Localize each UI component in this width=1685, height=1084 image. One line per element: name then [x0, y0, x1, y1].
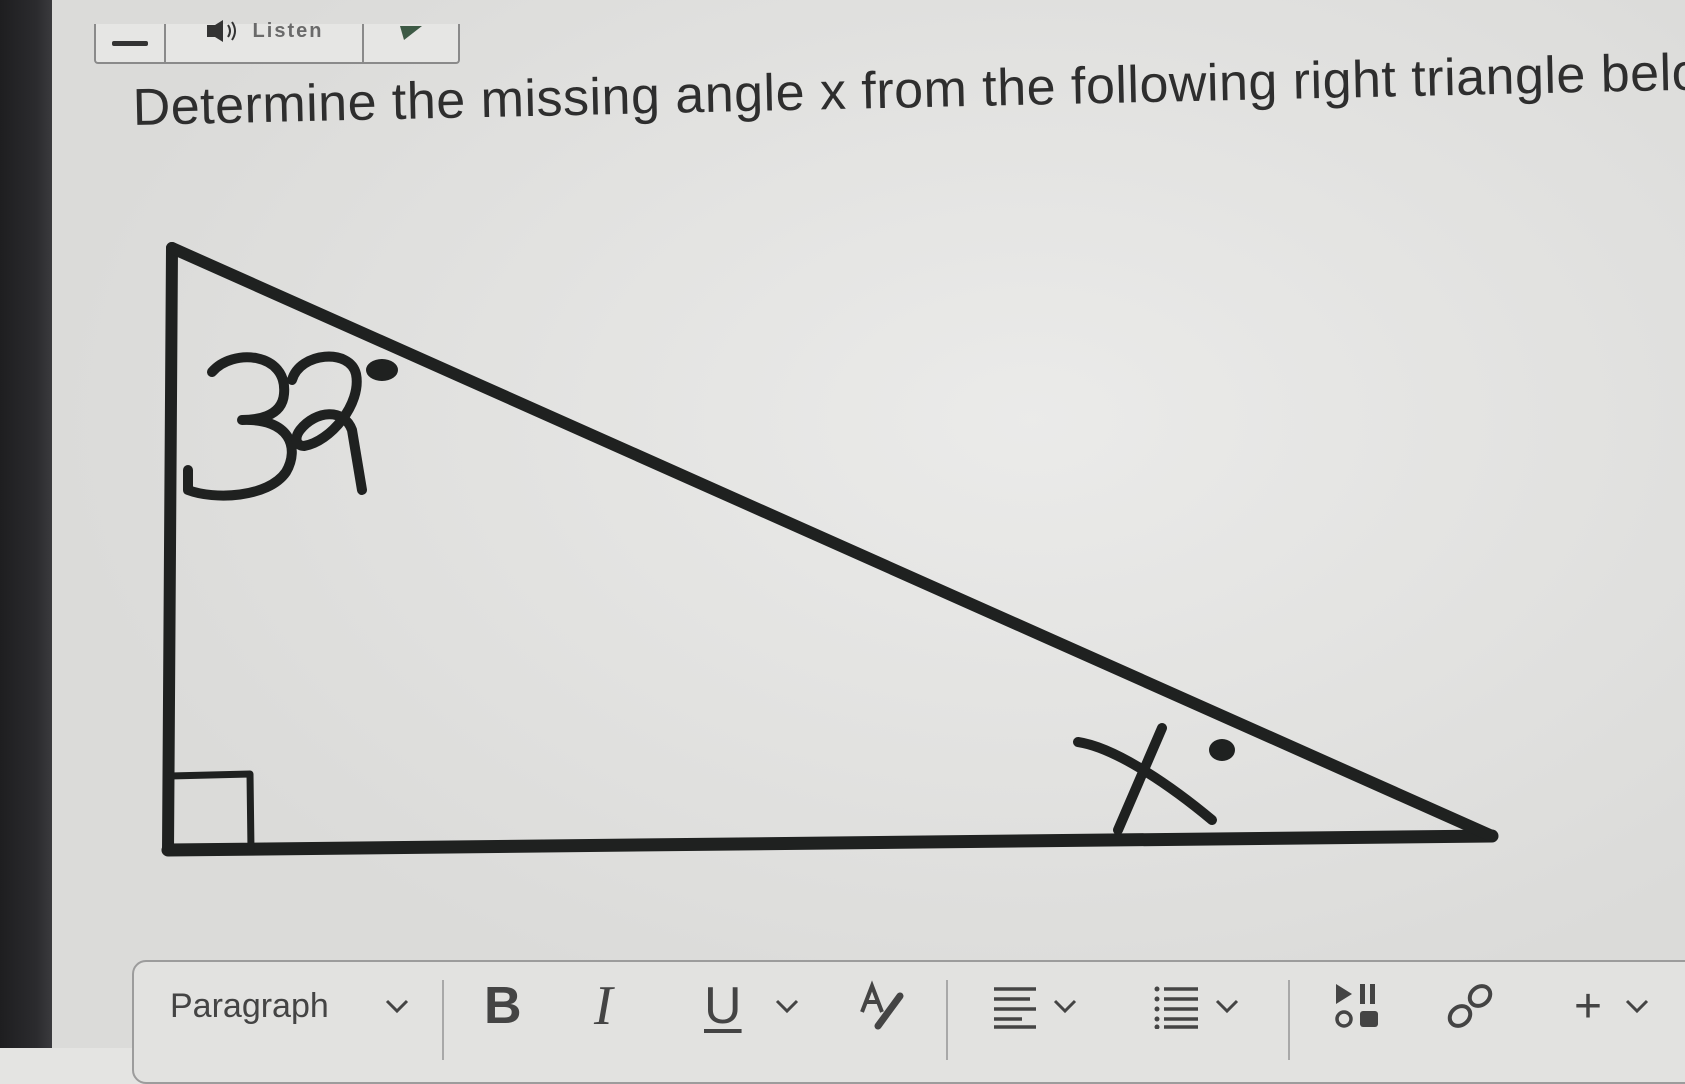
list-icon [1154, 986, 1198, 1029]
chevron-down-icon [385, 999, 409, 1014]
bottom-angle-x-stroke-1 [1073, 737, 1217, 825]
chevron-down-icon [1215, 999, 1239, 1014]
insert-button[interactable]: + [1574, 962, 1650, 1050]
triangle-base [161, 829, 1499, 857]
text-color-button[interactable] [856, 962, 908, 1050]
align-button[interactable] [992, 962, 1078, 1050]
underline-options-button[interactable] [774, 962, 800, 1050]
underline-label: U [704, 977, 742, 1035]
italic-button[interactable]: I [594, 962, 613, 1050]
toolbar-divider [1288, 980, 1290, 1060]
chevron-down-icon [775, 999, 799, 1014]
top-angle-digit-3 [183, 352, 297, 501]
triangle-figure [161, 242, 1499, 857]
top-angle-digit-2 [287, 351, 367, 495]
toolbar-divider [442, 980, 444, 1060]
editor-toolbar: Paragraph B I U + [132, 960, 1685, 1084]
link-button[interactable] [1444, 962, 1496, 1050]
list-button[interactable] [1154, 962, 1240, 1050]
bottom-angle-degree-mark [1209, 739, 1235, 761]
align-icon [994, 987, 1036, 1029]
triangle-hypotenuse [166, 242, 1498, 842]
text-color-icon [860, 980, 904, 1030]
media-icon [1335, 984, 1378, 1028]
triangle-vertical-leg [162, 242, 178, 856]
underline-button[interactable]: U [704, 962, 742, 1050]
link-icon [1447, 984, 1493, 1028]
insert-label: + [1574, 979, 1603, 1033]
chevron-down-icon [1053, 999, 1077, 1014]
right-angle-marker [166, 770, 255, 854]
block-format-value: Paragraph [170, 986, 329, 1025]
top-angle-degree-mark [366, 359, 398, 381]
bold-button[interactable]: B [484, 962, 522, 1050]
toolbar-divider [946, 980, 948, 1060]
media-button[interactable] [1334, 962, 1384, 1050]
block-format-select[interactable]: Paragraph [170, 962, 410, 1050]
chevron-down-icon [1625, 999, 1649, 1014]
